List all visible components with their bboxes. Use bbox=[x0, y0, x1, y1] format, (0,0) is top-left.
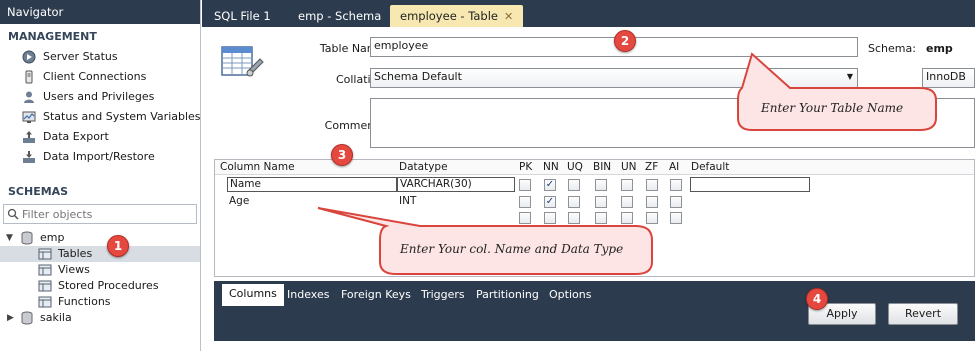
callout-text-columns: Enter Your col. Name and Data Type bbox=[400, 242, 624, 256]
step-badge-1: 1 bbox=[107, 235, 129, 257]
step-badge-2: 2 bbox=[614, 30, 636, 52]
annotation-layer bbox=[317, 52, 937, 275]
table-name-callout-shape bbox=[737, 52, 937, 131]
step-badge-4: 4 bbox=[806, 288, 828, 310]
callout-text-table-name: Enter Your Table Name bbox=[761, 101, 904, 115]
columns-callout-shape bbox=[317, 207, 653, 275]
step-badge-3: 3 bbox=[331, 144, 353, 166]
